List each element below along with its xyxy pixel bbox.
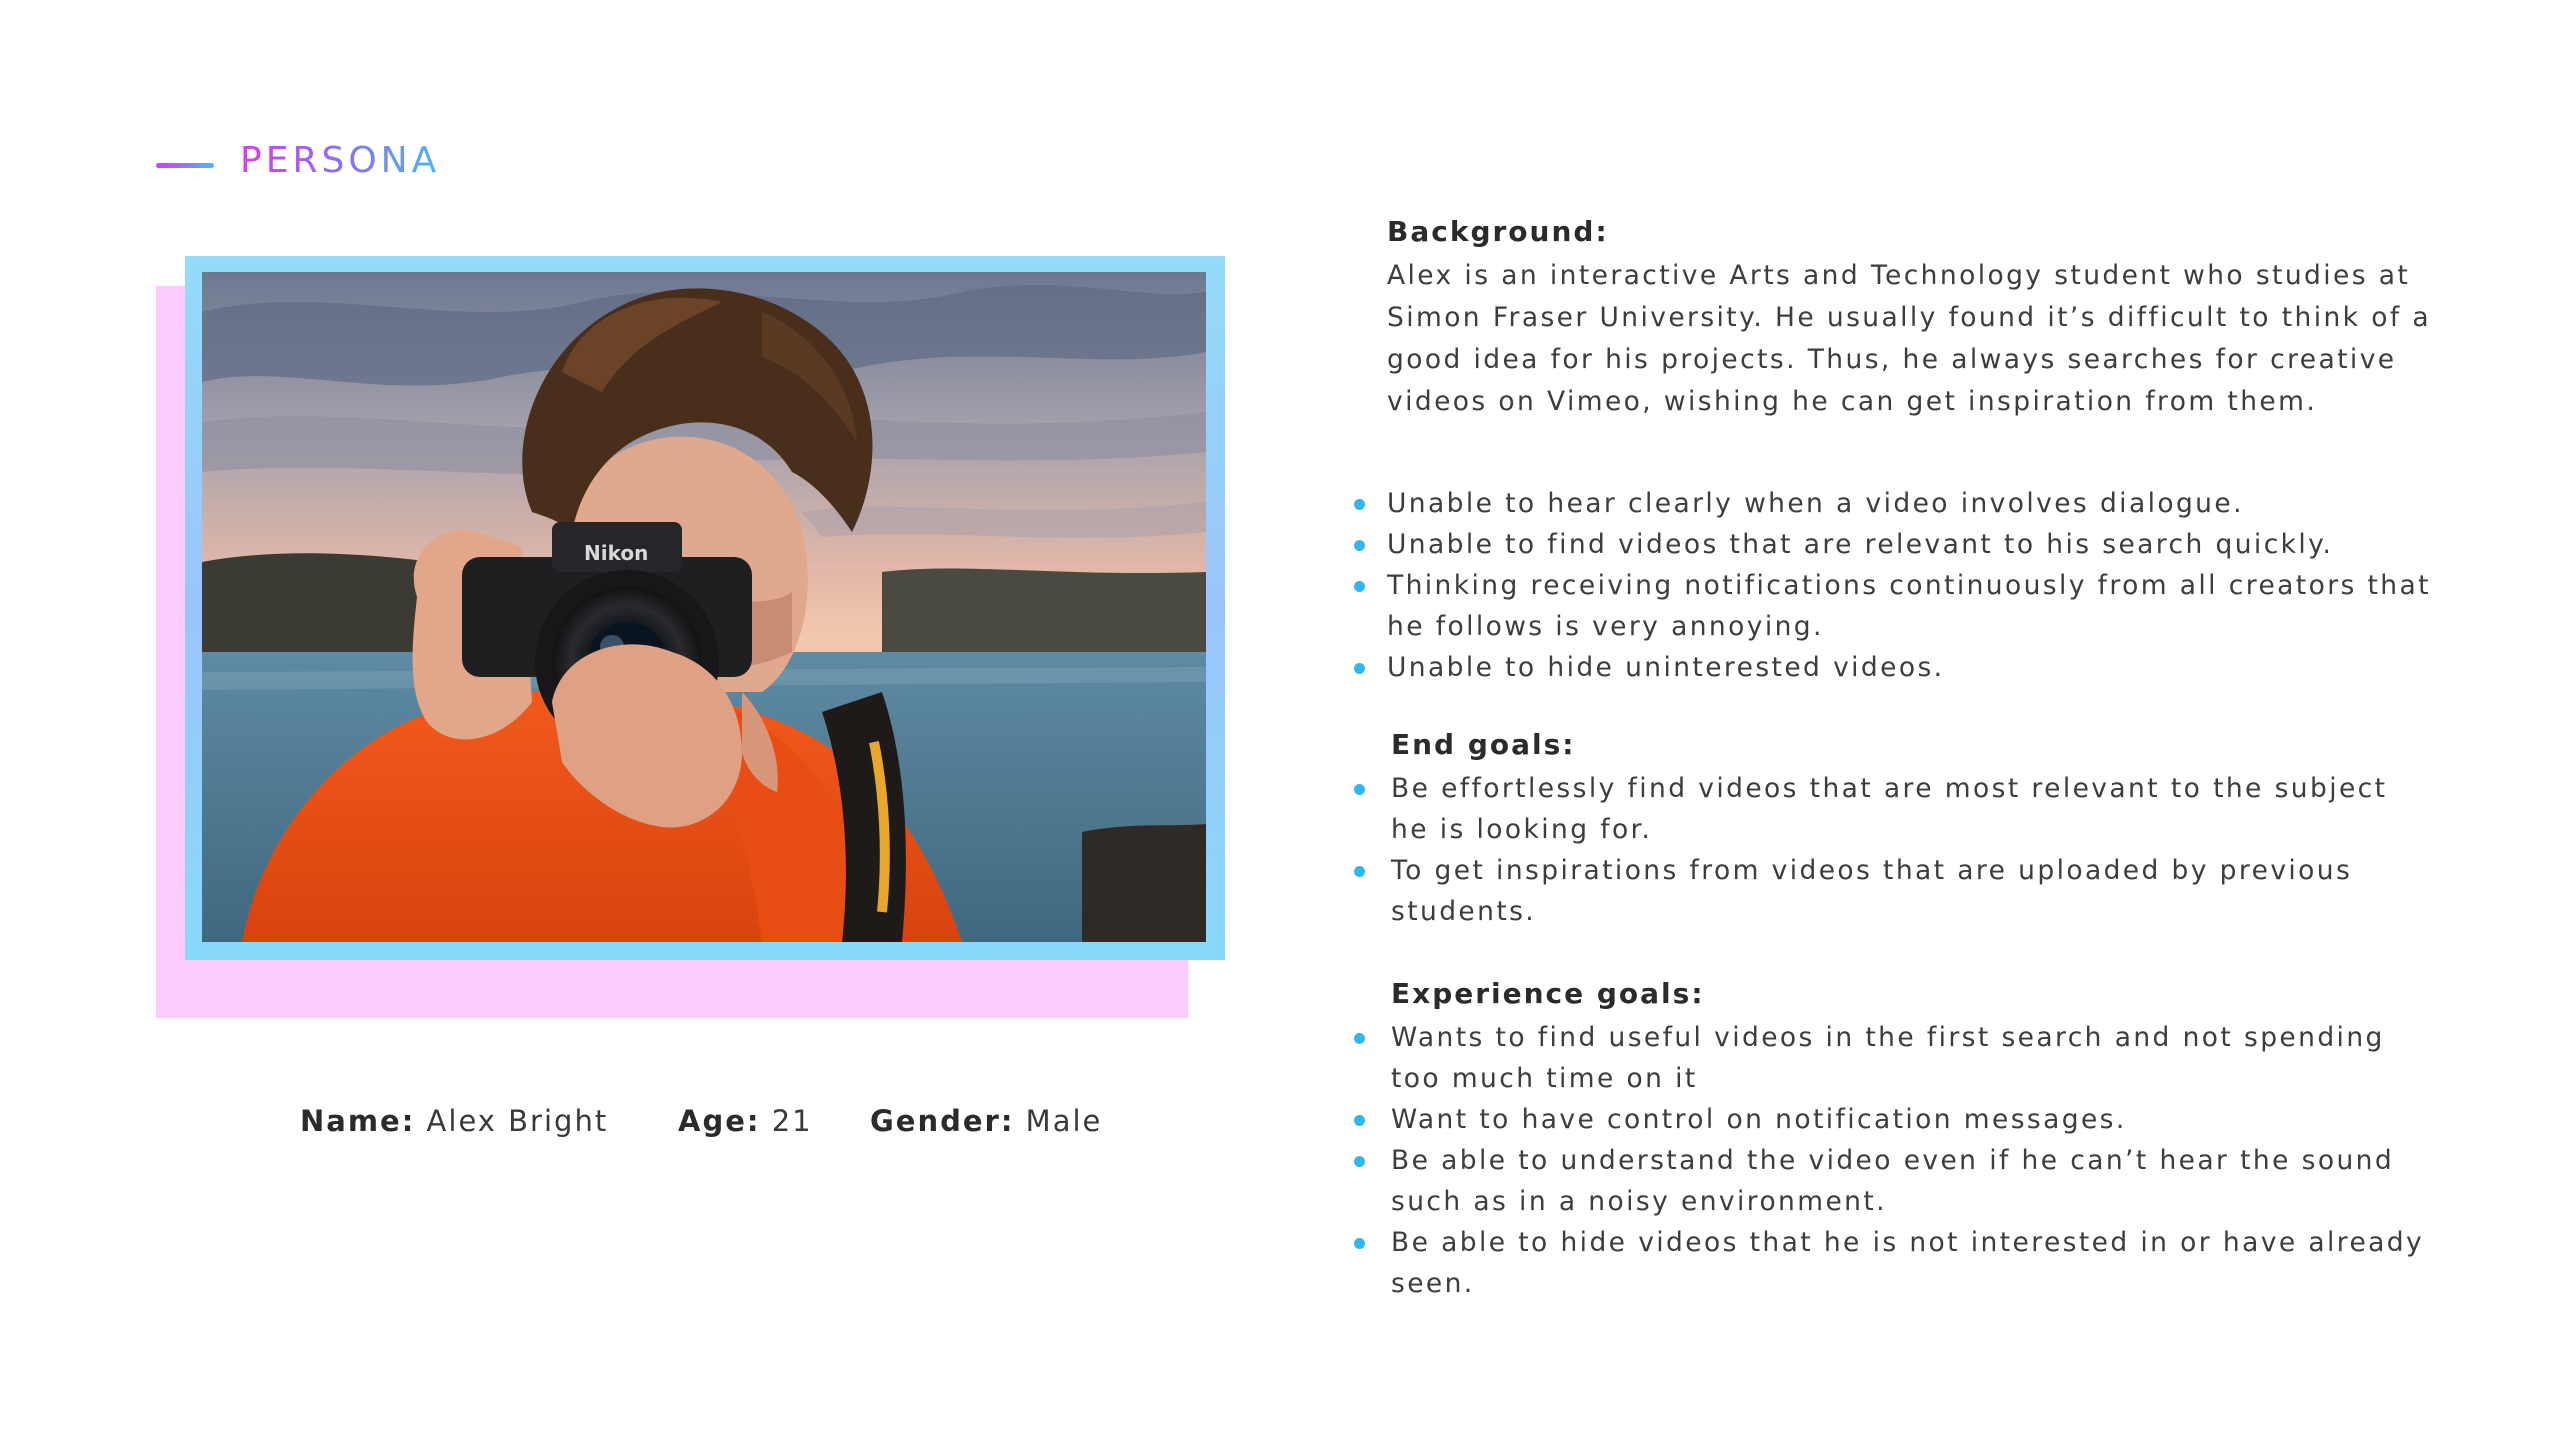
list-item: Be able to understand the video even if …: [1354, 1140, 2424, 1222]
end-goals-title: End goals:: [1391, 728, 1576, 761]
end-goals-list: Be effortlessly find videos that are mos…: [1354, 768, 2387, 932]
background-line: good idea for his projects. Thus, he alw…: [1387, 344, 2397, 375]
bullet-dot-icon: [1354, 1033, 1365, 1044]
bullet-dot-icon: [1354, 581, 1365, 592]
camera-brand-label: Nikon: [584, 541, 648, 565]
background-paragraph: Alex is an interactive Arts and Technolo…: [1387, 255, 2431, 423]
bullet-dot-icon: [1354, 499, 1365, 510]
bullet-dot-icon: [1354, 1156, 1365, 1167]
list-item: Unable to hide uninterested videos.: [1354, 647, 2431, 688]
background-line: Alex is an interactive Arts and Technolo…: [1387, 260, 2411, 291]
list-item: Be effortlessly find videos that are mos…: [1354, 768, 2387, 850]
age-value: 21: [771, 1104, 813, 1138]
experience-goals-list: Wants to find useful videos in the first…: [1354, 1017, 2424, 1304]
bullet-dot-icon: [1354, 784, 1365, 795]
list-item: Be able to hide videos that he is not in…: [1354, 1222, 2424, 1304]
background-line: Simon Fraser University. He usually foun…: [1387, 302, 2432, 333]
list-item: To get inspirations from videos that are…: [1354, 850, 2387, 932]
header-accent-bar: [156, 163, 214, 168]
name-value: Alex Bright: [426, 1104, 609, 1138]
list-item: Want to have control on notification mes…: [1354, 1099, 2424, 1140]
bullet-dot-icon: [1354, 1115, 1365, 1126]
photographer-with-camera-photo-icon: Nikon: [202, 272, 1206, 942]
age-label: Age:: [678, 1104, 761, 1138]
list-item: Unable to find videos that are relevant …: [1354, 524, 2431, 565]
background-line: videos on Vimeo, wishing he can get insp…: [1387, 386, 2318, 417]
persona-gender: Gender: Male: [870, 1104, 1102, 1138]
bullet-dot-icon: [1354, 663, 1365, 674]
experience-goals-title: Experience goals:: [1391, 977, 1705, 1010]
list-item: Wants to find useful videos in the first…: [1354, 1017, 2424, 1099]
list-item: Unable to hear clearly when a video invo…: [1354, 483, 2431, 524]
bullet-dot-icon: [1354, 540, 1365, 551]
bullet-dot-icon: [1354, 866, 1365, 877]
persona-age: Age: 21: [678, 1104, 813, 1138]
persona-name: Name: Alex Bright: [300, 1104, 608, 1138]
bullet-dot-icon: [1354, 1238, 1365, 1249]
gender-value: Male: [1025, 1104, 1103, 1138]
list-item: Thinking receiving notifications continu…: [1354, 565, 2431, 647]
persona-photo: Nikon: [202, 272, 1206, 942]
pain-points-list: Unable to hear clearly when a video invo…: [1354, 483, 2431, 688]
page-title: PERSONA: [240, 140, 441, 181]
background-title: Background:: [1387, 215, 1609, 248]
name-label: Name:: [300, 1104, 416, 1138]
gender-label: Gender:: [870, 1104, 1015, 1138]
